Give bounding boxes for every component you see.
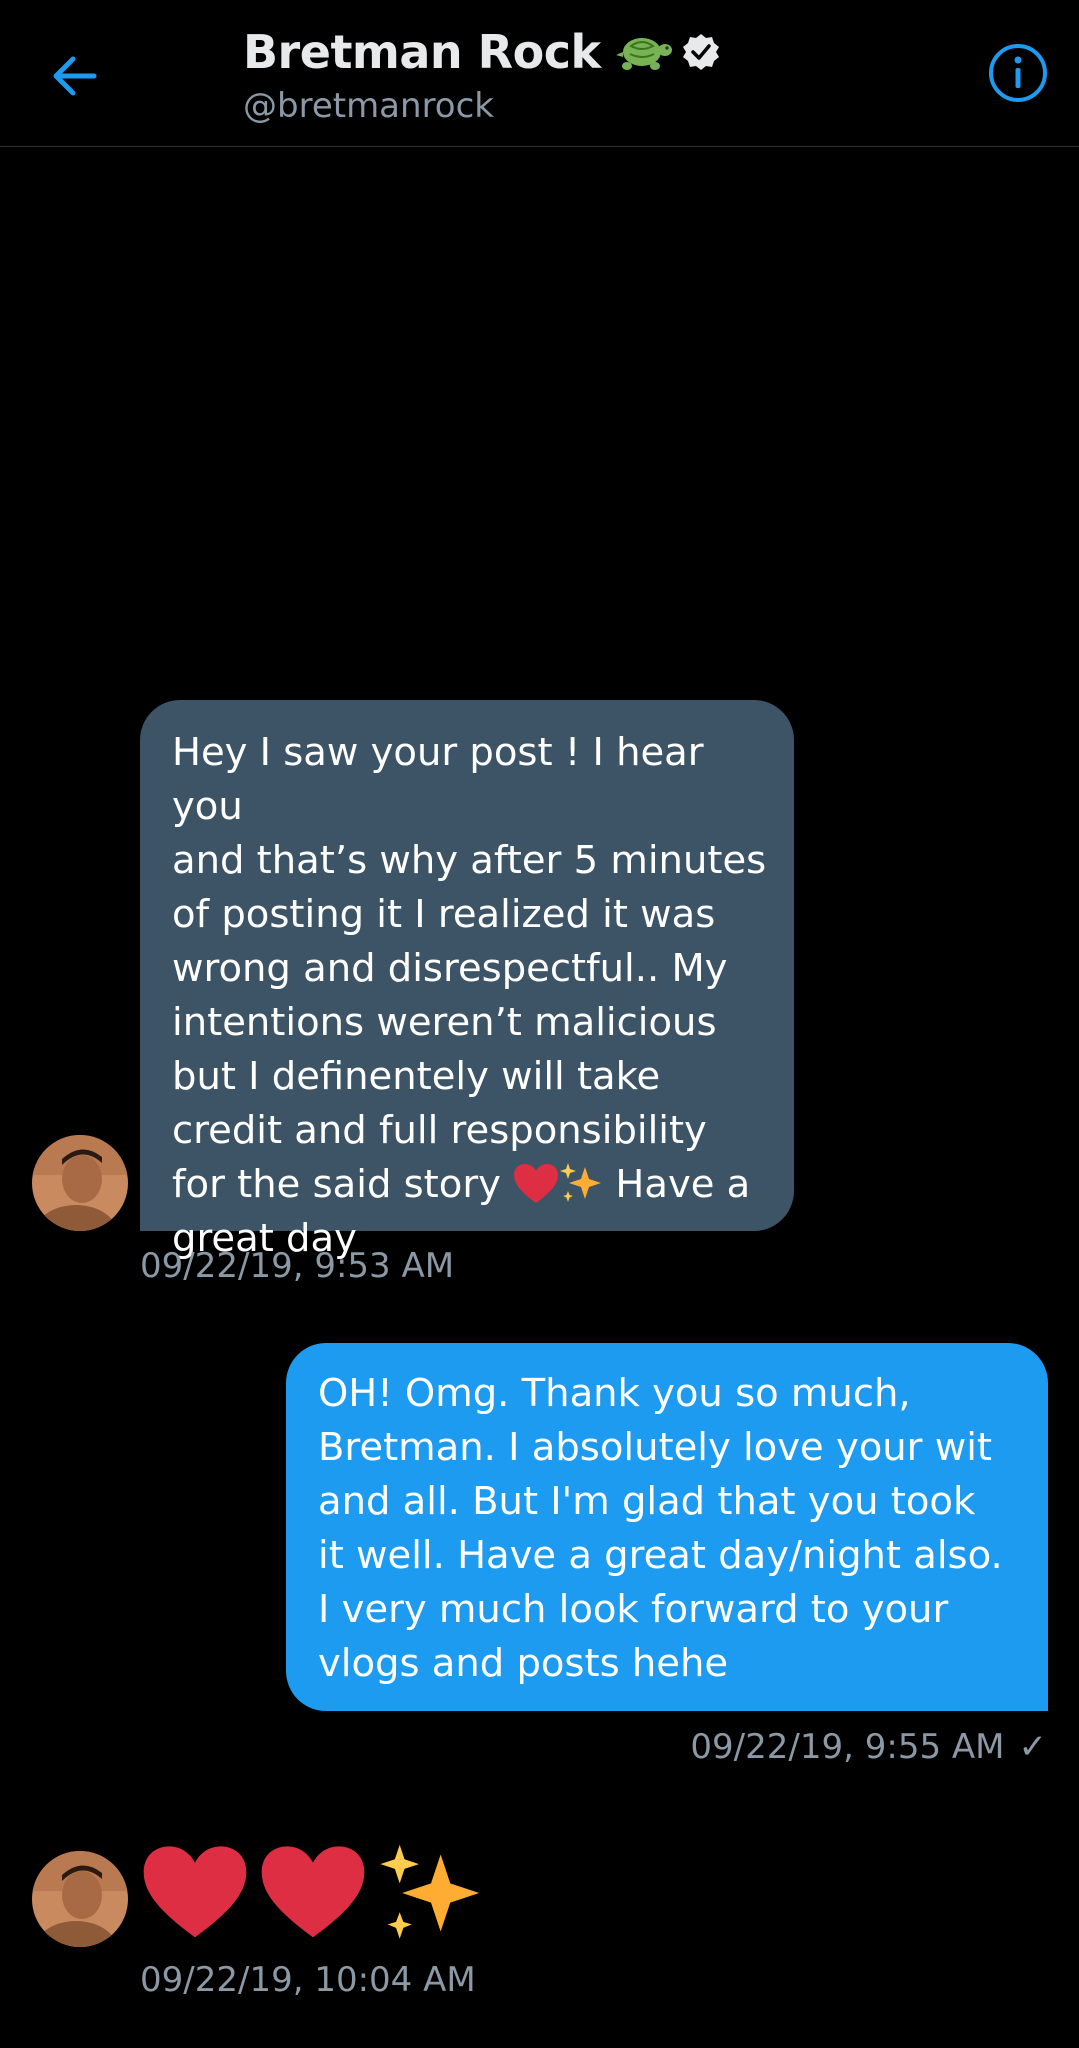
outgoing-message-bubble[interactable]: OH! Omg. Thank you so much, Bretman. I a… xyxy=(286,1343,1048,1711)
avatar-image xyxy=(32,1135,128,1231)
incoming-message-bubble[interactable]: Hey I saw your post ! I hear you and tha… xyxy=(140,700,794,1261)
message-text: OH! Omg. Thank you so much, Bretman. I a… xyxy=(318,1371,1003,1686)
turtle-emoji-icon xyxy=(615,38,672,70)
contact-avatar[interactable] xyxy=(32,1135,128,1231)
emoji-message[interactable] xyxy=(140,1840,484,1946)
conversation-title[interactable]: Bretman Rock @bretmanrock xyxy=(243,22,721,126)
heart-emoji-icon xyxy=(261,1846,365,1938)
back-button[interactable] xyxy=(38,40,110,112)
message-text: Hey I saw your post ! I hear you and tha… xyxy=(172,730,767,1207)
conversation-info-button[interactable] xyxy=(987,42,1049,104)
sparkles-emoji-icon xyxy=(380,1844,480,1939)
contact-avatar[interactable] xyxy=(32,1851,128,1947)
conversation-header: Bretman Rock @bretmanrock xyxy=(0,0,1079,147)
arrow-left-icon xyxy=(53,56,97,96)
message-timestamp-row: 09/22/19, 9:55 AM ✓ xyxy=(690,1727,1047,1767)
message-timestamp: 09/22/19, 9:55 AM xyxy=(690,1727,1005,1767)
info-circle-icon xyxy=(989,44,1047,102)
avatar-image xyxy=(32,1851,128,1947)
heart-emoji-icon xyxy=(143,1846,247,1938)
heart-emoji-icon xyxy=(514,1164,559,1203)
contact-name: Bretman Rock xyxy=(243,25,601,79)
read-check-icon: ✓ xyxy=(1018,1727,1048,1767)
sparkles-emoji-icon xyxy=(560,1163,602,1202)
verified-badge-icon xyxy=(682,34,719,70)
contact-handle: @bretmanrock xyxy=(243,86,494,126)
message-timestamp: 09/22/19, 10:04 AM xyxy=(140,1960,476,2000)
message-timestamp: 09/22/19, 9:53 AM xyxy=(140,1246,455,1286)
